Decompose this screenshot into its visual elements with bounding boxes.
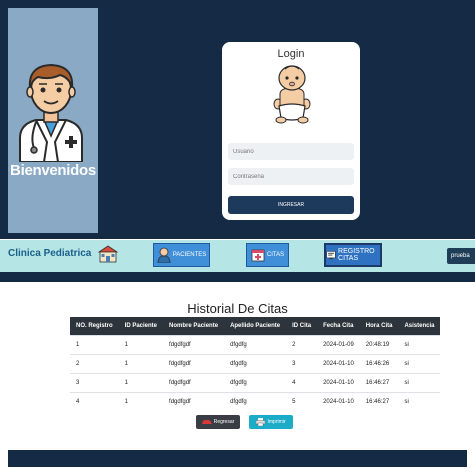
table-cell: 4 [286,373,318,393]
imprimir-button[interactable]: Imprimir [249,415,293,429]
table-cell: fdgdfgdf [163,354,225,374]
column-header: ID Cita [286,317,318,336]
table-cell: 2024-01-10 [317,373,360,393]
back-car-icon [201,420,212,424]
username-input[interactable] [228,143,354,160]
column-header: Apellido Paciente [224,317,287,336]
regresar-button[interactable]: Regresar [196,415,240,429]
table-cell: si [398,354,441,374]
table-cell: 2024-01-10 [317,354,360,374]
user-menu-button[interactable]: prueba [447,248,475,264]
registro-citas-button[interactable]: REGISTRO CITAS [324,243,382,267]
pacientes-icon [157,247,171,263]
table-cell: fdgdfgdf [163,392,225,411]
registro-icon [326,251,336,260]
table-cell: 1 [118,373,164,393]
table-cell: 3 [70,373,119,393]
password-input[interactable] [228,168,354,185]
table-row: 1 1 fdgdfgdf dfgdfg 2 2024-01-09 20:48:1… [70,335,441,355]
table-cell: 16:46:27 [359,373,399,393]
citas-label: CITAS [266,252,285,258]
baby-icon [273,65,311,124]
table-cell: dfgdfg [224,392,287,411]
table-cell: dfgdfg [224,354,287,374]
table-row: 4 1 fdgdfgdf dfgdfg 5 2024-01-10 16:46:2… [70,392,441,411]
table-cell: 2 [70,354,119,374]
doctor-avatar-icon [19,63,83,162]
table-cell: dfgdfg [224,373,287,393]
table-cell: 4 [70,392,119,411]
citas-calendar-icon [251,249,265,262]
column-header: NO. Registro [70,317,119,336]
citas-table: NO. Registro ID Paciente Nombre Paciente… [70,317,441,411]
table-cell: 2 [286,335,318,355]
pacientes-label: PACIENTES [172,252,207,258]
table-cell: 3 [286,354,318,374]
table-row: 2 1 fdgdfgdf dfgdfg 3 2024-01-10 16:46:2… [70,354,441,374]
column-header: Asistencia [398,317,441,336]
welcome-text: Bienvenidos [10,162,96,179]
table-row: 3 1 fdgdfgdf dfgdfg 4 2024-01-10 16:46:2… [70,373,441,393]
footer-bar [8,450,467,467]
table-cell: 1 [118,354,164,374]
column-header: ID Paciente [118,317,164,336]
table-header-row: NO. Registro ID Paciente Nombre Paciente… [70,317,441,336]
table-cell: 1 [118,392,164,411]
column-header: Nombre Paciente [163,317,225,336]
login-title: Login [277,48,305,60]
regresar-label: Regresar [213,419,235,425]
login-button[interactable]: INGRESAR [228,196,354,214]
table-cell: si [398,335,441,355]
printer-icon [256,418,266,426]
historial-title: Historial De Citas [187,301,288,316]
column-header: Fecha Cita [317,317,360,336]
table-cell: fdgdfgdf [163,335,225,355]
table-cell: 1 [118,335,164,355]
table-cell: si [398,373,441,393]
registro-citas-label: REGISTRO CITAS [338,248,375,262]
table-cell: 20:48:19 [359,335,399,355]
table-cell: si [398,392,441,411]
citas-button[interactable]: CITAS [246,243,289,267]
brand-title[interactable]: Clinica Pediatrica [8,248,91,259]
table-cell: 2024-01-09 [317,335,360,355]
table-cell: 16:46:26 [359,354,399,374]
column-header: Hora Cita [359,317,399,336]
login-card: Login INGRESAR [222,42,360,220]
table-cell: 1 [70,335,119,355]
table-cell: 2024-01-10 [317,392,360,411]
table-cell: 5 [286,392,318,411]
imprimir-label: Imprimir [267,419,286,425]
pacientes-button[interactable]: PACIENTES [153,243,210,267]
clinic-building-icon [98,245,118,263]
navbar-bottom-strip [0,272,475,282]
navbar-top-strip [0,233,475,239]
table-cell: dfgdfg [224,335,287,355]
table-cell: 16:46:27 [359,392,399,411]
table-cell: fdgdfgdf [163,373,225,393]
